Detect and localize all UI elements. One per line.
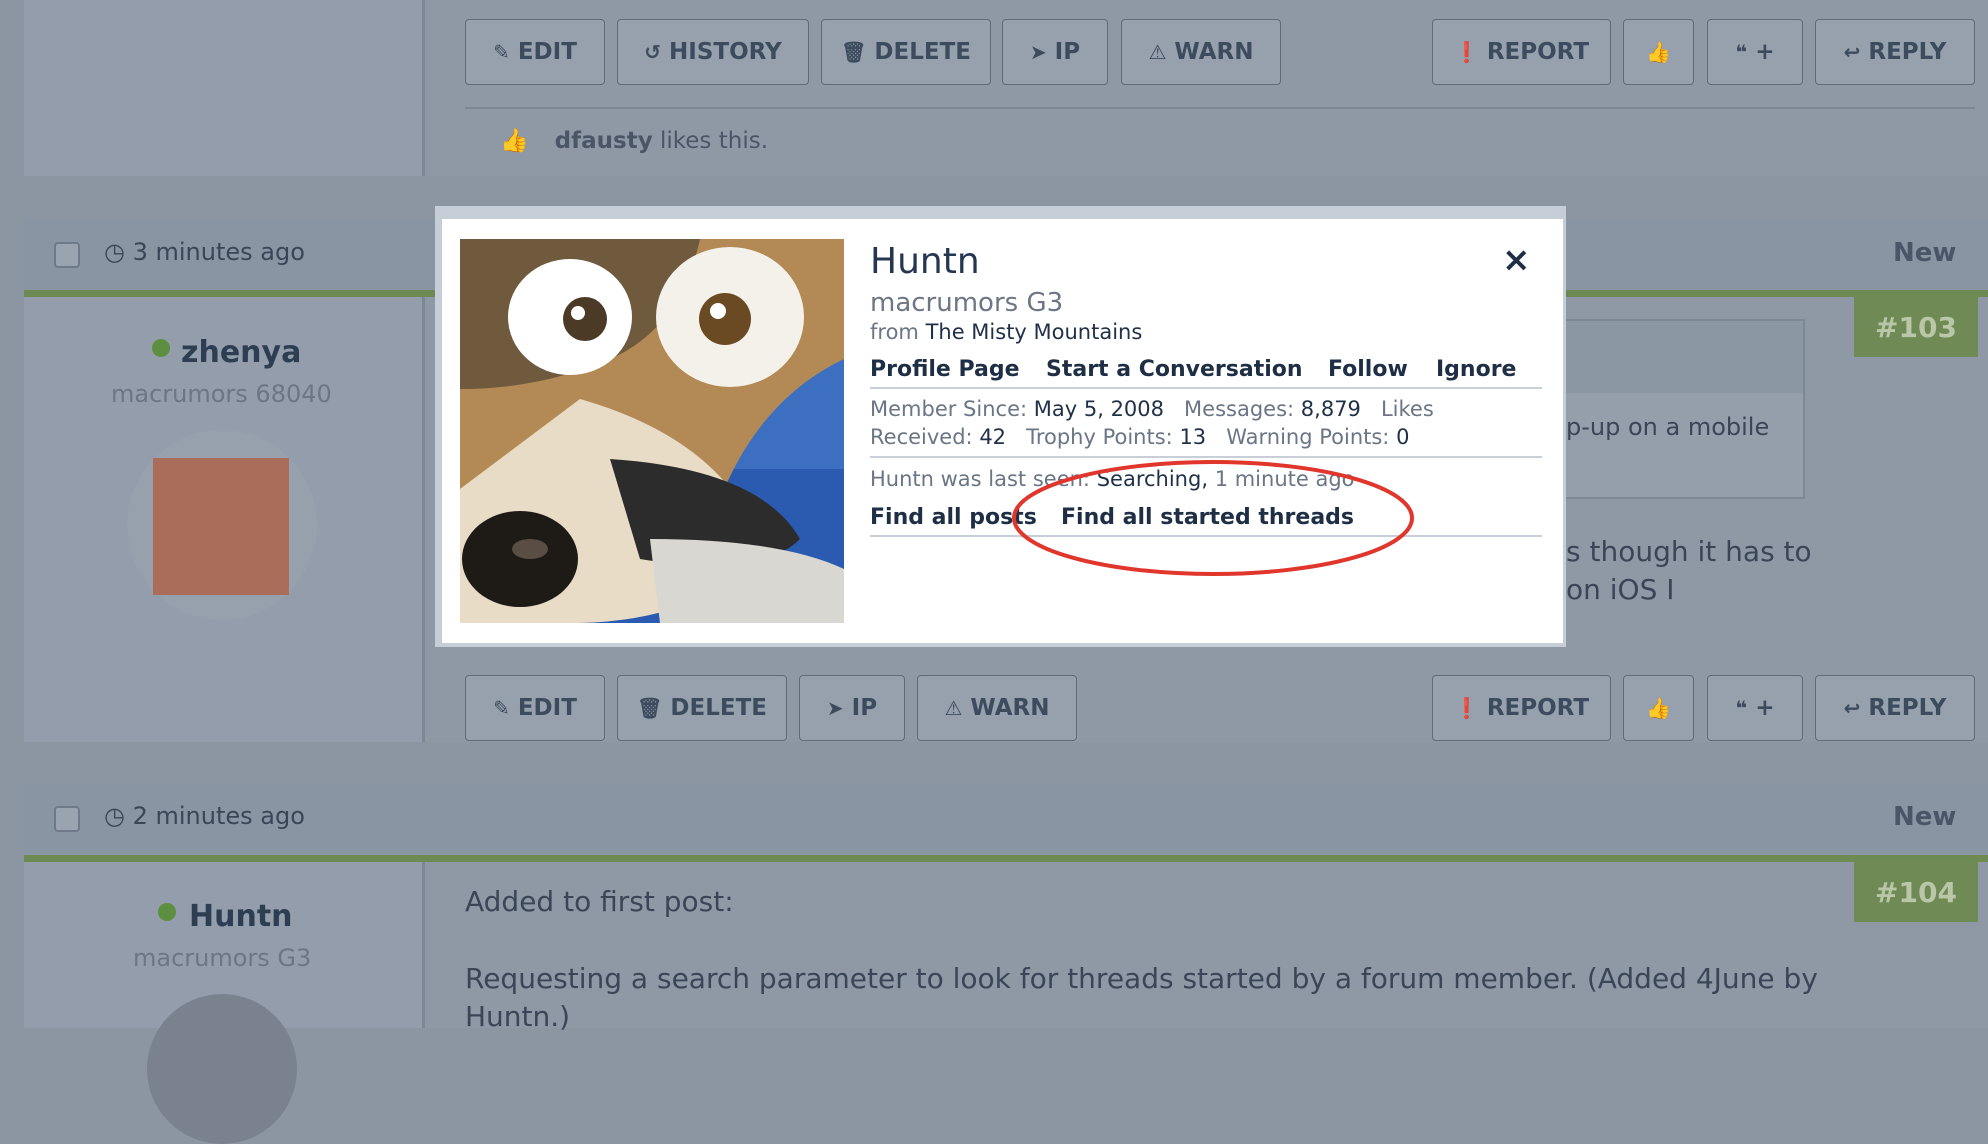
reply-button[interactable]: ↩ REPLY <box>1815 675 1975 741</box>
warn-button[interactable]: ⚠ WARN <box>917 675 1077 741</box>
user-panel-top <box>24 0 425 176</box>
post-text-103-line1: s though it has to <box>1566 535 1812 568</box>
clock-icon: ◷ <box>104 238 125 266</box>
new-label-104: New <box>1893 802 1957 832</box>
like-button[interactable]: 👍 <box>1623 675 1694 741</box>
edit-button[interactable]: ✎ EDIT <box>465 675 605 741</box>
post-accent-104 <box>24 855 1988 862</box>
member-name[interactable]: Huntn <box>870 241 980 282</box>
post-time-104: ◷ 2 minutes ago <box>104 802 305 830</box>
report-button[interactable]: ❗ REPORT <box>1432 675 1611 741</box>
online-indicator <box>158 903 176 921</box>
thumbs-up-icon: 👍 <box>1646 40 1671 64</box>
ip-button[interactable]: ➤ IP <box>1002 19 1108 85</box>
quote-icon: ❝ <box>1735 40 1748 64</box>
edit-button[interactable]: ✎ EDIT <box>465 19 605 85</box>
history-button[interactable]: ↺ HISTORY <box>617 19 809 85</box>
post-time-103: ◷ 3 minutes ago <box>104 238 305 266</box>
select-checkbox-104[interactable] <box>54 806 80 832</box>
post-text-104-line3: Huntn.) <box>465 1000 571 1033</box>
member-title: macrumors G3 <box>870 288 1064 318</box>
member-avatar[interactable] <box>460 239 844 623</box>
user-title-103: macrumors 68040 <box>111 380 332 408</box>
avatar-104[interactable] <box>147 994 297 1144</box>
post-header-104 <box>24 783 1988 855</box>
quote-header-103 <box>1566 321 1803 393</box>
username-104[interactable]: Huntn <box>189 899 293 934</box>
select-checkbox-103[interactable] <box>54 242 80 268</box>
report-button[interactable]: ❗ REPORT <box>1432 19 1611 85</box>
avatar-square-103 <box>153 458 289 595</box>
multiquote-button[interactable]: ❝ + <box>1707 675 1803 741</box>
reply-button[interactable]: ↩ REPLY <box>1815 19 1975 85</box>
online-indicator <box>152 339 170 357</box>
post-text-103-line2: on iOS I <box>1566 573 1675 606</box>
pencil-icon: ✎ <box>493 40 510 64</box>
delete-button[interactable]: 🗑 DELETE <box>617 675 787 741</box>
like-button[interactable]: 👍 <box>1623 19 1694 85</box>
pencil-icon: ✎ <box>493 696 510 720</box>
quote-text-103: p-up on a mobile <box>1566 413 1770 441</box>
post-number-103[interactable]: #103 <box>1854 297 1978 357</box>
follow-link[interactable]: Follow <box>1328 357 1408 382</box>
reply-icon: ↩ <box>1843 40 1861 64</box>
actions-divider <box>870 387 1542 389</box>
likes-summary: 👍 dfausty likes this. <box>500 128 769 154</box>
clock-icon: ◷ <box>104 802 125 830</box>
exclamation-icon: ❗ <box>1453 696 1479 720</box>
ip-button[interactable]: ➤ IP <box>799 675 905 741</box>
start-conversation-link[interactable]: Start a Conversation <box>1046 357 1303 382</box>
likes-divider <box>465 107 1975 109</box>
history-icon: ↺ <box>644 40 662 64</box>
warn-button[interactable]: ⚠ WARN <box>1121 19 1281 85</box>
reply-icon: ↩ <box>1843 696 1861 720</box>
delete-button[interactable]: 🗑 DELETE <box>821 19 991 85</box>
squirrel-avatar-icon <box>460 239 844 623</box>
highlight-annotation-circle <box>1012 460 1414 576</box>
multiquote-button[interactable]: ❝ + <box>1707 19 1803 85</box>
warning-icon: ⚠ <box>944 696 963 720</box>
location-link[interactable]: The Misty Mountains <box>926 320 1143 344</box>
post-text-104-line2: Requesting a search parameter to look fo… <box>465 962 1818 995</box>
trash-icon: 🗑 <box>637 696 663 720</box>
member-stats-line1: Member Since: May 5, 2008 Messages: 8,87… <box>870 397 1434 421</box>
warning-icon: ⚠ <box>1148 40 1167 64</box>
location-arrow-icon: ➤ <box>826 696 844 720</box>
user-title-104: macrumors G3 <box>133 944 312 972</box>
quote-icon: ❝ <box>1735 696 1748 720</box>
profile-page-link[interactable]: Profile Page <box>870 357 1020 382</box>
likes-user-link[interactable]: dfausty <box>555 128 653 154</box>
member-stats-line2: Received: 42 Trophy Points: 13 Warning P… <box>870 425 1410 449</box>
close-icon[interactable]: × <box>1502 240 1531 280</box>
thumbs-up-icon: 👍 <box>500 128 529 154</box>
post-number-104[interactable]: #104 <box>1854 862 1978 922</box>
ignore-link[interactable]: Ignore <box>1436 357 1516 382</box>
member-location: from The Misty Mountains <box>870 320 1143 344</box>
exclamation-icon: ❗ <box>1453 40 1479 64</box>
thumbs-up-icon: 👍 <box>1646 696 1671 720</box>
new-label-103: New <box>1893 238 1957 268</box>
username-103[interactable]: zhenya <box>181 335 301 370</box>
post-text-104-line1: Added to first post: <box>465 885 734 918</box>
location-arrow-icon: ➤ <box>1029 40 1047 64</box>
trash-icon: 🗑 <box>841 40 867 64</box>
